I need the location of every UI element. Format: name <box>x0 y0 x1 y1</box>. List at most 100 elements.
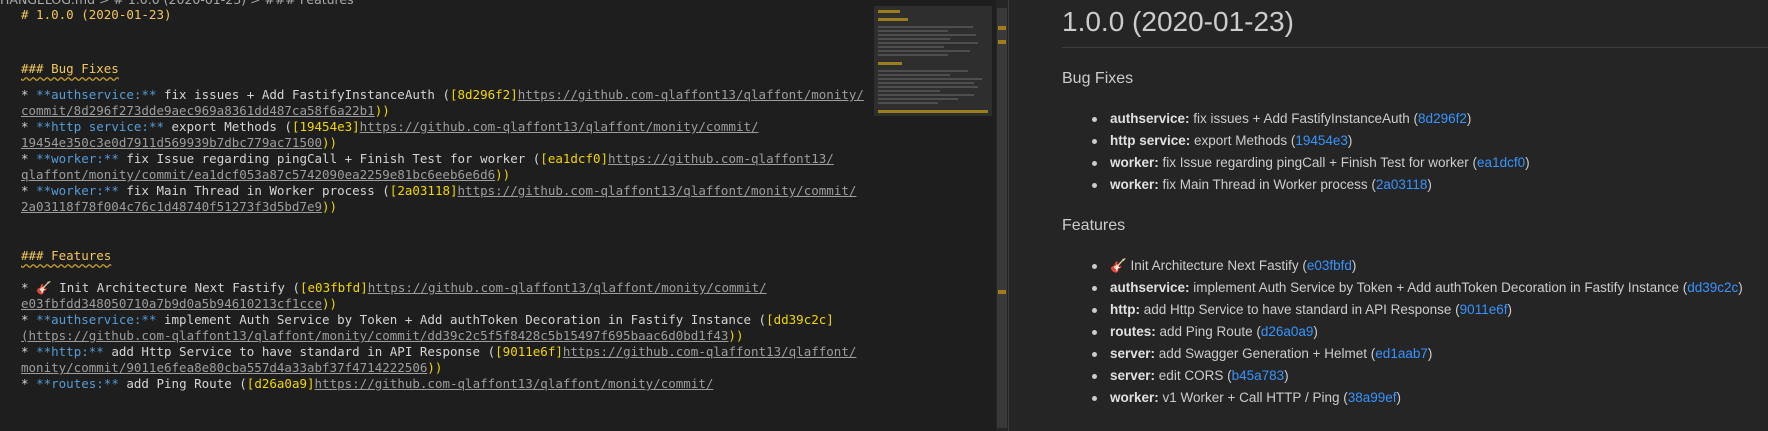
close-paren: ) <box>1284 368 1289 383</box>
preview-list-item: server: add Swagger Generation + Helmet … <box>1062 343 1743 365</box>
list-bullet: * <box>21 280 37 295</box>
close-paren: ) <box>1507 302 1512 317</box>
editor-list-line: * **routes:** add Ping Route ([d26a0a9]h… <box>21 375 713 393</box>
minimap-line <box>878 86 978 88</box>
bold-scope: **authservice:** <box>36 312 157 327</box>
bold-scope: **authservice:** <box>36 87 157 102</box>
link-url[interactable]: https://github.com-qlaffont13/qlaffont/m… <box>368 280 767 295</box>
minimap[interactable] <box>874 6 996 431</box>
link-url[interactable]: (https://github.com-qlaffont13/qlaffont/… <box>21 328 728 343</box>
preview-list-item: routes: add Ping Route (d26a0a9) <box>1062 321 1743 343</box>
preview-list-item: authservice: implement Auth Service by T… <box>1062 277 1743 299</box>
commit-link[interactable]: d26a0a9 <box>1261 324 1314 339</box>
minimap-line <box>878 26 973 28</box>
commit-link[interactable]: 19454e3 <box>1295 133 1348 148</box>
preview-list-item: http service: export Methods (19454e3) <box>1062 130 1530 152</box>
minimap-line <box>878 90 940 92</box>
link-close: )) <box>728 328 744 343</box>
link-url[interactable]: commit/8d296f273dde9aec969a8361dd487ca58… <box>21 103 375 118</box>
link-url[interactable]: 2a03118f78f004c76c1d48740f51273f3d5bd7e9 <box>21 199 322 214</box>
editor-list-line-wrap: 2a03118f78f004c76c1d48740f51273f3d5bd7e9… <box>21 198 337 216</box>
close-paren: ) <box>1351 258 1357 273</box>
preview-bugfix-heading: Bug Fixes <box>1062 70 1134 87</box>
close-paren: ) <box>1738 280 1743 295</box>
link-label[interactable]: [2a03118] <box>390 183 458 198</box>
preview-list-item: worker: fix Issue regarding pingCall + F… <box>1062 152 1530 174</box>
commit-link[interactable]: dd39c2c <box>1687 280 1738 295</box>
scope-label: worker: <box>1110 177 1159 192</box>
scope-label: routes: <box>1110 324 1156 339</box>
link-url[interactable]: 19454e350c3e0d7911d569939b7dbc779ac71500 <box>21 135 322 150</box>
close-paren: ) <box>1525 155 1530 170</box>
scope-label: http service: <box>1110 133 1191 148</box>
link-url[interactable]: https://github.com-qlaffont13/qlaffont/m… <box>360 119 759 134</box>
close-paren: ) <box>1347 133 1353 148</box>
link-label[interactable]: [dd39c2c] <box>766 312 834 327</box>
preview-list-item: authservice: fix issues + Add FastifyIns… <box>1062 108 1530 130</box>
link-close: )) <box>322 199 338 214</box>
link-url[interactable]: https://github.com-qlaffont13/qlaffont/ <box>563 344 857 359</box>
scrollbar-marker <box>998 40 1006 44</box>
link-label[interactable]: [ea1dcf0] <box>540 151 608 166</box>
preview-title: 1.0.0 (2020-01-23) <box>1062 6 1294 37</box>
commit-link[interactable]: b45a783 <box>1232 368 1285 383</box>
editor-scrollbar[interactable] <box>996 0 1008 431</box>
minimap-line <box>878 74 950 76</box>
item-text: add Http Service to have standard in API… <box>1139 302 1460 317</box>
close-paren: ) <box>1396 390 1402 405</box>
link-url[interactable]: https://github.com-qlaffont13/qlaffont/m… <box>315 376 714 391</box>
item-text: implement Auth Service by Token + Add au… <box>1189 280 1688 295</box>
commit-link[interactable]: 38a99ef <box>1348 390 1397 405</box>
link-label[interactable]: [19454e3] <box>292 119 360 134</box>
item-text: fix issues + Add FastifyInstanceAuth ( <box>1189 111 1419 126</box>
minimap-line <box>878 78 982 80</box>
link-url[interactable]: monity/commit/9011e6fea8e80cba557d4a33ab… <box>21 360 427 375</box>
commit-link[interactable]: ea1dcf0 <box>1477 155 1525 170</box>
commit-link[interactable]: ed1aab7 <box>1375 346 1428 361</box>
link-label[interactable]: [e03fbfd] <box>300 280 368 295</box>
scope-label: http: <box>1110 302 1140 317</box>
link-label[interactable]: [8d296f2] <box>450 87 518 102</box>
minimap-line <box>878 42 978 44</box>
minimap-line <box>878 18 908 21</box>
scrollbar-thumb[interactable] <box>997 8 1007 428</box>
line-text: fix Issue regarding pingCall + Finish Te… <box>118 151 541 166</box>
preview-list-item: server: edit CORS (b45a783) <box>1062 365 1743 387</box>
item-text: add Ping Route ( <box>1155 324 1261 339</box>
markdown-editor[interactable]: HANGELOG.md > # 1.0.0 (2020-01-23) > ###… <box>0 0 996 431</box>
editor-features-heading: ### Features <box>21 248 112 263</box>
commit-link[interactable]: 9011e6f <box>1460 302 1508 317</box>
preview-list-item: worker: fix Main Thread in Worker proces… <box>1062 174 1530 196</box>
scrollbar-marker <box>998 290 1006 294</box>
bold-scope: **worker:** <box>36 151 119 166</box>
preview-features-heading: Features <box>1062 217 1126 234</box>
link-close: )) <box>427 360 443 375</box>
minimap-line <box>878 38 950 40</box>
line-text: fix issues + Add FastifyInstanceAuth ( <box>156 87 450 102</box>
preview-features-list: 🎸 Init Architecture Next Fastify (e03fbf… <box>1062 255 1743 409</box>
minimap-line <box>878 82 974 84</box>
editor-h1-line: # 1.0.0 (2020-01-23) <box>21 7 172 22</box>
link-url[interactable]: https://github.com-qlaffont13/qlaffont/m… <box>518 87 864 102</box>
link-url[interactable]: https://github.com-qlaffont13/ <box>608 151 834 166</box>
markdown-preview[interactable]: 1.0.0 (2020-01-23) Bug Fixes authservice… <box>1008 0 1768 431</box>
commit-link[interactable]: 2a03118 <box>1376 177 1428 192</box>
item-text: fix Main Thread in Worker process ( <box>1158 177 1376 192</box>
minimap-line <box>878 98 958 100</box>
editor-bugfix-heading: ### Bug Fixes <box>21 61 119 76</box>
link-url[interactable]: https://github.com-qlaffont13/qlaffont/m… <box>458 183 857 198</box>
item-text: edit CORS ( <box>1155 368 1232 383</box>
link-close: )) <box>322 135 338 150</box>
link-label[interactable]: [9011e6f] <box>495 344 563 359</box>
item-text: 🎸 Init Architecture Next Fastify ( <box>1110 258 1307 273</box>
link-label[interactable]: [d26a0a9] <box>247 376 315 391</box>
scope-label: authservice: <box>1110 280 1190 295</box>
link-url[interactable]: e03fbfdd348050710a7b9d0a5b94610213cf1cce <box>21 296 322 311</box>
line-text: Init Architecture Next Fastify ( <box>51 280 300 295</box>
link-url[interactable]: qlaffont/monity/commit/ea1dcf053a87c5742… <box>21 167 495 182</box>
minimap-line <box>878 70 968 72</box>
scope-label: server: <box>1110 368 1156 383</box>
commit-link[interactable]: e03fbfd <box>1307 258 1352 273</box>
commit-link[interactable]: 8d296f2 <box>1418 111 1467 126</box>
list-bullet: * <box>21 312 37 327</box>
